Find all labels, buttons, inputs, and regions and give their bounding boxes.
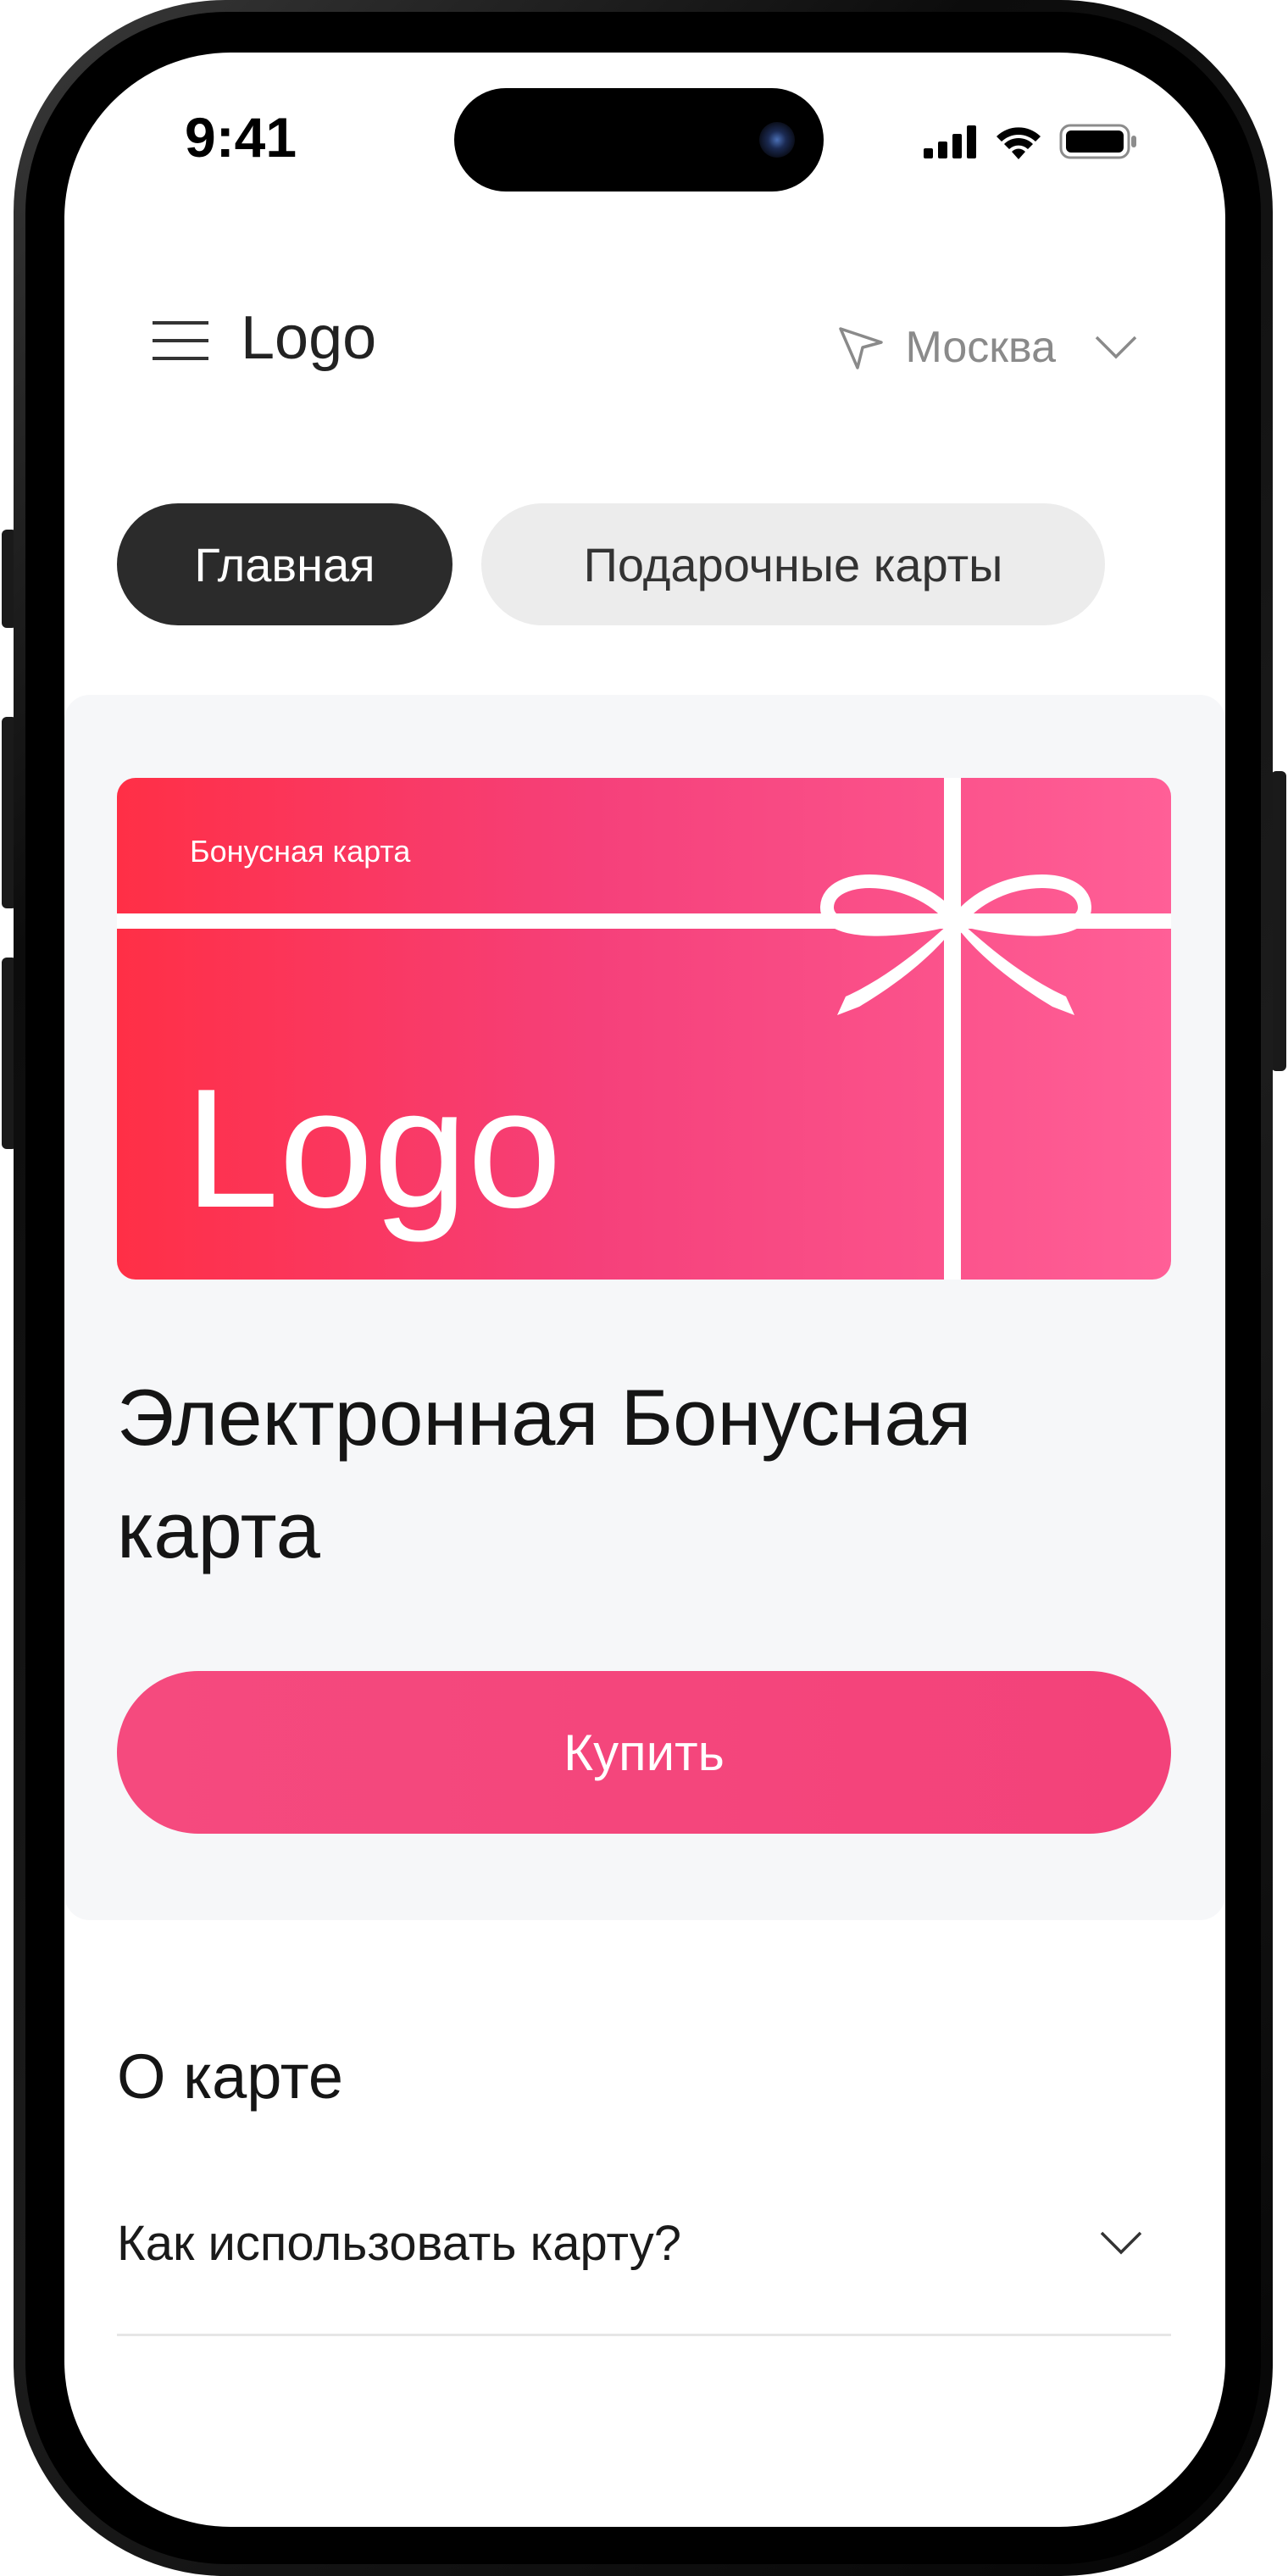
device-frame: 9:41 Logo Москва Главная Подарочные карт… xyxy=(0,0,1288,2576)
battery-icon xyxy=(1059,124,1136,159)
chevron-down-icon xyxy=(1100,2231,1142,2255)
dynamic-island xyxy=(454,88,824,192)
city-selector[interactable]: Москва xyxy=(837,322,1137,373)
divider xyxy=(117,2334,1171,2336)
nav-tabs: Главная Подарочные карты xyxy=(117,503,1105,625)
about-title: О карте xyxy=(117,2041,344,2112)
signal-icon xyxy=(924,125,976,158)
card-label: Бонусная карта xyxy=(190,834,411,869)
tab-home[interactable]: Главная xyxy=(117,503,452,625)
faq-item-how-to-use[interactable]: Как использовать карту? xyxy=(117,2196,1171,2290)
tab-gift-cards[interactable]: Подарочные карты xyxy=(481,503,1105,625)
status-icons xyxy=(924,124,1137,159)
buy-button[interactable]: Купить xyxy=(117,1671,1171,1834)
app-screen: 9:41 Logo Москва Главная Подарочные карт… xyxy=(64,53,1225,2527)
camera-icon xyxy=(759,122,795,158)
wifi-icon xyxy=(997,127,1041,159)
bonus-card-image: Бонусная карта Logo xyxy=(117,778,1171,1280)
faq-question: Как использовать карту? xyxy=(117,2215,681,2271)
product-title: Электронная Бонусная карта xyxy=(117,1373,972,1575)
status-time: 9:41 xyxy=(185,106,297,169)
card-logo: Logo xyxy=(185,1054,562,1243)
gift-bow-icon xyxy=(820,874,1091,1015)
menu-icon[interactable] xyxy=(153,320,208,361)
city-label: Москва xyxy=(905,323,1056,372)
location-arrow-icon xyxy=(839,327,884,369)
power-button xyxy=(1271,771,1286,1071)
chevron-down-icon xyxy=(1095,336,1137,359)
header-logo[interactable]: Logo xyxy=(241,303,376,373)
